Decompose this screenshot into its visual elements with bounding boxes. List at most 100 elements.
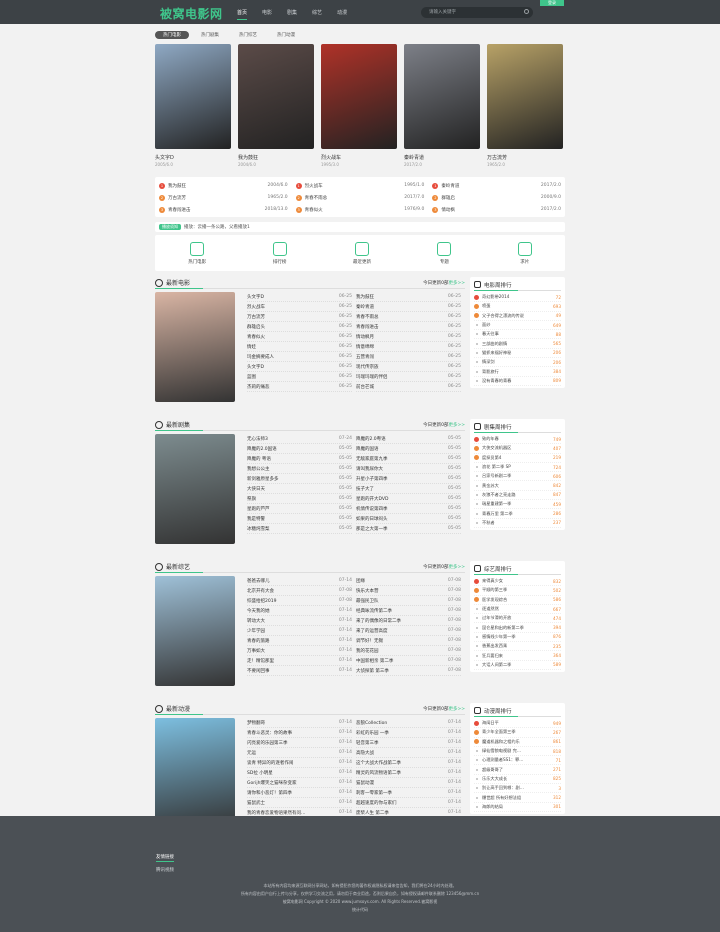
weekly-rank-item[interactable]: 昆仑星和出的新第二季 394 [474,623,561,633]
rank-item[interactable]: 3 情动枫 2017/2.0 [432,204,561,215]
weekly-rank-name[interactable]: 三部曲的剧情 [482,341,553,347]
list-item[interactable]: 转动大大 07-14 [247,616,352,626]
list-item[interactable]: 闪亮爱的乐园第三季 07-14 [247,738,352,748]
list-item-title[interactable]: 机情传说第四季 [356,506,446,512]
weekly-rank-item[interactable]: 绿仙雪狼电视剧 完… 818 [474,747,561,757]
more-link[interactable]: 更多>> [448,281,465,286]
list-item-title[interactable]: 转动大大 [247,618,337,624]
list-item-title[interactable]: 玛金摘要成人 [247,354,337,360]
poster-title[interactable]: 秦岭青道 [404,154,482,161]
weekly-rank-name[interactable]: 度探员第4 [482,455,553,461]
list-item[interactable]: 精灵的风流物语第二季 07-14 [356,768,461,778]
list-item-title[interactable]: 大侠日天 [247,486,337,492]
weekly-rank-name[interactable]: 狂兵要归来 [482,653,553,659]
weekly-rank-item[interactable]: 青少年全面第三季 267 [474,728,561,738]
weekly-rank-item[interactable]: 没有青春的青春 809 [474,377,561,386]
poster-card[interactable]: 头文字D 2005/6.0 [155,44,233,167]
weekly-rank-item[interactable]: 心理测量者SS1：罪… 71 [474,756,561,766]
list-item[interactable]: 超越速度的你与家们 07-14 [356,798,461,808]
list-item-title[interactable]: 爸爸去哪儿 [247,578,337,584]
weekly-rank-item[interactable]: 医学发现综合 586 [474,596,561,605]
list-item[interactable]: 最强民卫队 07-08 [356,596,461,606]
tab-hot-series[interactable]: 热门剧集 [193,31,227,39]
weekly-rank-item[interactable]: 吕家号新剧二季 606 [474,472,561,482]
list-item[interactable]: 北京开有大会 07-08 [247,586,352,596]
weekly-rank-item[interactable]: 面纱 649 [474,321,561,331]
weekly-rank-name[interactable]: 昆仑星和出的新第二季 [482,625,553,631]
list-item[interactable]: 青春闯进击 06-25 [356,322,461,332]
list-item-title[interactable]: Gorijh爆笑之猫咪杂变家 [247,780,337,786]
weekly-rank-name[interactable]: 面纱 [482,322,553,328]
list-item-title[interactable]: 刺客一零家第一季 [356,790,446,796]
list-item-title[interactable]: 猫鼠武士 [247,800,337,806]
nav-anime[interactable]: 动漫 [337,9,347,16]
list-item[interactable]: 五营青闯 06-25 [356,352,461,362]
list-item[interactable]: 我的花花园 07-08 [356,646,461,656]
more-link[interactable]: 更多>> [448,565,465,570]
rank-item[interactable]: 1 我为鼓狂 2004/6.0 [159,180,288,191]
list-item-title[interactable]: 星跑的芦芦 [247,506,337,512]
weekly-rank-name[interactable]: 奇幻影带2014 [482,294,556,300]
poster-image[interactable] [404,44,480,149]
weekly-rank-item[interactable]: 过年节滑的开放 474 [474,614,561,624]
list-item-title[interactable]: 中国新相亲 第二季 [356,658,446,664]
weekly-rank-name[interactable]: 香蕉出发西乘 [482,643,553,649]
list-item-title[interactable]: 青春的旅路 [247,638,337,644]
list-item[interactable]: 少年学园 07-14 [247,626,352,636]
poster-image[interactable] [238,44,314,149]
tab-hot-anime[interactable]: 热门动漫 [269,31,303,39]
list-item-title[interactable]: 不要闲回事 [247,668,337,674]
list-item[interactable]: 情娃 06-25 [247,342,352,352]
list-item-title[interactable]: 万事如大 [247,648,337,654]
section-more[interactable]: 今日更新0部更多>> [423,280,465,286]
weekly-rank-item[interactable]: 乐乐大大成长 825 [474,775,561,785]
weekly-rank-name[interactable]: 灰狼不者之亮走路 [482,492,553,498]
list-item-title[interactable]: 降魔的2.0国语 [247,446,337,452]
list-item[interactable]: 刺客一零家第一季 07-14 [356,788,461,798]
quick-link[interactable]: 最近更新 [353,241,371,265]
poster-card[interactable]: 万古流芳 1965/2.0 [487,44,565,167]
list-item[interactable]: 大侦探第 第三季 07-08 [356,666,461,676]
weekly-rank-name[interactable]: 过年节滑的开放 [482,615,553,621]
rank-item[interactable]: 2 万古流芳 1965/2.0 [159,192,288,203]
more-link[interactable]: 更多>> [448,707,465,712]
list-item[interactable]: 秦岭青道 06-25 [356,302,461,312]
list-item-title[interactable]: 头文字D [247,294,337,300]
rank-title[interactable]: 万古流芳 [168,195,268,201]
section-feature-image[interactable] [155,576,235,686]
weekly-rank-name[interactable]: 情深剑 [482,359,553,365]
list-item-title[interactable]: 团缘 [356,578,446,584]
list-item[interactable]: 星跑的开大DVD 05-05 [356,494,461,504]
weekly-rank-item[interactable]: 魔道机器和之相约乐 861 [474,738,561,747]
weekly-rank-item[interactable]: 青春万里 第二季 286 [474,509,561,519]
list-item-title[interactable]: 杰莉的痛悲 [247,384,337,390]
list-item[interactable]: 技子大了 05-05 [356,484,461,494]
list-item-title[interactable]: 如果的日球闷头 [356,516,446,522]
poster-image[interactable] [487,44,563,149]
list-item-title[interactable]: 走！精馆那里 [247,658,337,664]
list-item[interactable]: 玛瑞玛瑞的伴侣 06-25 [356,372,461,382]
weekly-rank-name[interactable]: 猫抓来福好神秘 [482,350,553,356]
quick-link[interactable]: 求片 [517,241,532,265]
weekly-rank-name[interactable]: 逐道然然 [482,606,553,612]
list-item-title[interactable]: 青春闯进击 [356,324,446,330]
list-item-title[interactable]: 降魔的国语 [356,446,446,452]
weekly-rank-item[interactable]: 浪花 第二季 SP 724 [474,463,561,473]
list-item[interactable]: 猫鼠武士 07-14 [247,798,352,808]
list-item-title[interactable]: 闪亮爱的乐园第三季 [247,740,337,746]
stats-code[interactable]: 统计代码 [0,906,720,914]
quick-link[interactable]: 热门电影 [188,241,206,265]
list-item[interactable]: 星跑的芦芦 05-05 [247,504,352,514]
list-item-title[interactable]: 秦岭青道 [356,304,446,310]
list-item-title[interactable]: 猫鼠动漫 [356,780,446,786]
weekly-rank-item[interactable]: 度探员第4 219 [474,454,561,463]
list-item[interactable]: 恶狼Collection 07-14 [356,718,461,728]
weekly-rank-name[interactable]: 超级哥哥了 [482,767,553,773]
friend-link[interactable]: 腾讯视频 [156,867,174,873]
list-item-title[interactable]: 最强民卫队 [356,598,446,604]
list-item[interactable]: 头文字D 06-25 [247,362,352,372]
list-item[interactable]: 不要闲回事 07-14 [247,666,352,676]
list-item-title[interactable]: 万古流芳 [247,314,337,320]
poster-image[interactable] [155,44,231,149]
weekly-rank-name[interactable]: 乐乐大大成长 [482,776,553,782]
